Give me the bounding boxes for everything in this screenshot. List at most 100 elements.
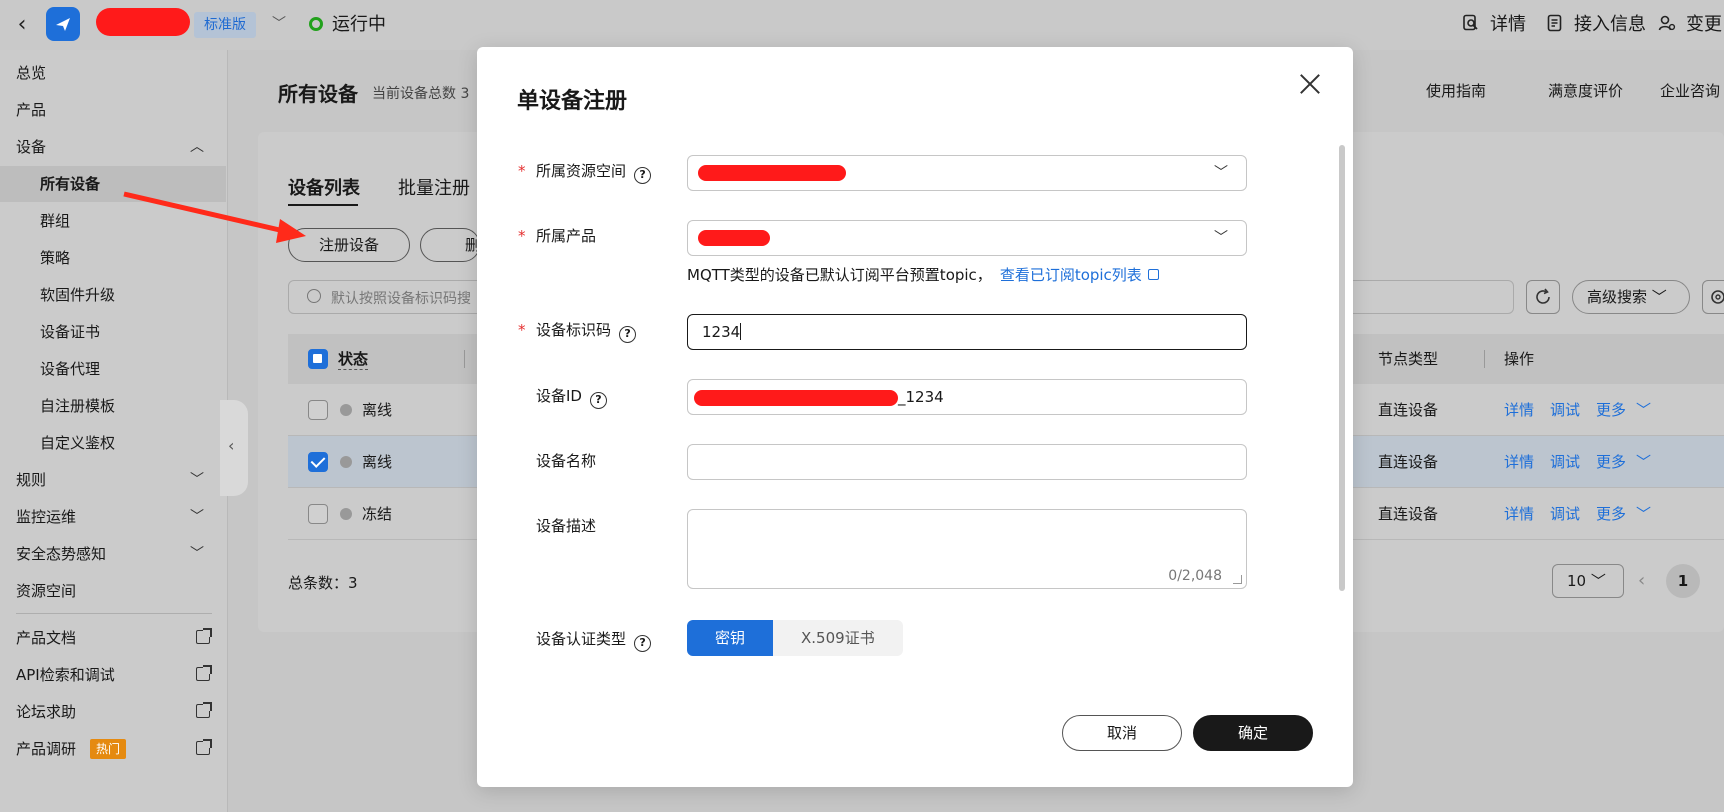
row-checkbox[interactable] xyxy=(308,400,328,420)
help-icon[interactable]: ? xyxy=(634,167,652,184)
chevron-down-icon: ﹀ xyxy=(190,546,204,562)
row-checkbox[interactable] xyxy=(308,504,328,524)
row-more-link[interactable]: 更多 xyxy=(1596,399,1626,420)
topbar-details-button[interactable]: 详情 xyxy=(1462,10,1526,36)
close-icon[interactable] xyxy=(1295,69,1325,99)
auth-type-secret-option[interactable]: 密钥 xyxy=(687,620,774,656)
row-status: 冻结 xyxy=(362,505,393,523)
help-icon[interactable]: ? xyxy=(634,635,652,652)
advanced-search-button[interactable]: 高级搜索 ﹀ xyxy=(1572,280,1690,314)
guide-link[interactable]: 使用指南 xyxy=(1426,80,1486,101)
row-details-link[interactable]: 详情 xyxy=(1504,451,1534,472)
select-all-checkbox[interactable] xyxy=(308,349,328,369)
current-page[interactable]: 1 xyxy=(1666,564,1700,598)
view-subscribed-topics-link[interactable]: 查看已订阅topic列表 xyxy=(1000,266,1142,284)
sidebar-item-firmware-upgrade[interactable]: 软固件升级 xyxy=(0,277,226,313)
resource-space-label-text: 所属资源空间 xyxy=(536,162,627,180)
prev-page-icon[interactable]: ‹ xyxy=(1638,570,1645,591)
text-caret xyxy=(740,323,742,340)
device-name-input[interactable] xyxy=(687,444,1247,480)
sidebar-item-resource-space[interactable]: 资源空间 xyxy=(0,573,226,609)
product-select[interactable]: ﹀ xyxy=(687,220,1247,256)
device-code-label-text: 设备标识码 xyxy=(536,321,612,339)
row-debug-link[interactable]: 调试 xyxy=(1550,399,1580,420)
back-icon[interactable]: ‹ xyxy=(8,12,36,38)
settings-button[interactable] xyxy=(1702,280,1724,314)
sidebar-item-monitoring[interactable]: 监控运维 ﹀ xyxy=(0,499,226,535)
sidebar-item-product-survey[interactable]: 产品调研 热门 xyxy=(0,731,226,767)
sidebar-collapse-handle[interactable]: ‹ xyxy=(220,400,248,496)
sidebar-item-custom-auth[interactable]: 自定义鉴权 xyxy=(0,425,226,461)
help-icon[interactable]: ? xyxy=(619,326,637,343)
device-desc-label-text: 设备描述 xyxy=(536,517,597,535)
app-logo xyxy=(46,7,80,41)
user-settings-icon xyxy=(1658,15,1676,31)
search-placeholder: 默认按照设备标识码搜 xyxy=(331,291,471,307)
sidebar-item-overview[interactable]: 总览 xyxy=(0,55,226,91)
search-doc-icon xyxy=(1463,14,1478,31)
sidebar-item-label: 设备证书 xyxy=(40,323,101,341)
sidebar-item-groups[interactable]: 群组 xyxy=(0,203,226,239)
sidebar-item-product[interactable]: 产品 xyxy=(0,92,226,128)
satisfaction-link[interactable]: 满意度评价 xyxy=(1548,80,1623,101)
topbar-access-info-button[interactable]: 接入信息 xyxy=(1546,10,1646,36)
register-device-button[interactable]: 注册设备 xyxy=(288,228,410,262)
row-more-link[interactable]: 更多 xyxy=(1596,503,1626,524)
delete-button[interactable]: 删 xyxy=(420,228,480,262)
sidebar-item-label: 所有设备 xyxy=(40,175,101,193)
sidebar-item-label: 软固件升级 xyxy=(40,286,116,304)
page-size-select[interactable]: 10 ﹀ xyxy=(1552,564,1624,598)
chevron-down-icon: ﹀ xyxy=(1636,401,1652,419)
sidebar-item-policy[interactable]: 策略 xyxy=(0,240,226,276)
hot-badge: 热门 xyxy=(90,739,127,759)
chevron-up-icon: ︿ xyxy=(190,139,204,155)
auth-type-segmented-control: 密钥 X.509证书 xyxy=(687,620,903,656)
tab-device-list[interactable]: 设备列表 xyxy=(288,174,360,200)
instance-dropdown-chevron-down-icon[interactable]: ﹀ xyxy=(272,12,286,36)
row-node-type: 直连设备 xyxy=(1378,505,1439,523)
sidebar-item-device-cert[interactable]: 设备证书 xyxy=(0,314,226,350)
sidebar-item-all-devices[interactable]: 所有设备 xyxy=(0,166,226,202)
sidebar-item-self-register-template[interactable]: 自注册模板 xyxy=(0,388,226,424)
auth-type-x509-option[interactable]: X.509证书 xyxy=(773,620,903,656)
sidebar-item-label: 自定义鉴权 xyxy=(40,434,116,452)
resource-space-select[interactable]: ﹀ xyxy=(687,155,1247,191)
sidebar-item-device-proxy[interactable]: 设备代理 xyxy=(0,351,226,387)
cancel-button[interactable]: 取消 xyxy=(1062,715,1182,751)
enterprise-consult-link[interactable]: 企业咨询 xyxy=(1660,80,1720,101)
topbar-change-button[interactable]: 变更 xyxy=(1658,10,1722,36)
row-debug-link[interactable]: 调试 xyxy=(1550,503,1580,524)
device-code-input[interactable]: 1234 xyxy=(687,314,1247,350)
refresh-button[interactable] xyxy=(1526,280,1560,314)
external-link-icon xyxy=(1147,269,1159,280)
resize-grip-icon[interactable] xyxy=(1233,575,1242,584)
instance-status: 运行中 xyxy=(332,14,386,35)
sidebar-item-rules[interactable]: 规则 ﹀ xyxy=(0,462,226,498)
total-count: 总条数：3 xyxy=(288,574,358,592)
row-more-link[interactable]: 更多 xyxy=(1596,451,1626,472)
sidebar-item-label: 资源空间 xyxy=(16,582,77,600)
sidebar-item-device[interactable]: 设备 ︿ xyxy=(0,129,226,165)
sidebar-item-label: 安全态势感知 xyxy=(16,545,107,563)
product-label: * 所属产品 xyxy=(518,225,596,247)
refresh-icon xyxy=(1536,288,1550,304)
sidebar-item-label: 监控运维 xyxy=(16,508,77,526)
sidebar-item-forum[interactable]: 论坛求助 xyxy=(0,694,226,730)
sidebar-item-api-explorer[interactable]: API检索和调试 xyxy=(0,657,226,693)
required-mark: * xyxy=(518,162,526,180)
help-icon[interactable]: ? xyxy=(589,392,607,409)
dialog-scrollbar[interactable] xyxy=(1339,145,1345,591)
confirm-button[interactable]: 确定 xyxy=(1193,715,1313,751)
tab-batch-register[interactable]: 批量注册 xyxy=(398,174,470,200)
advanced-search-label: 高级搜索 xyxy=(1587,288,1648,306)
row-details-link[interactable]: 详情 xyxy=(1504,503,1534,524)
row-debug-link[interactable]: 调试 xyxy=(1550,451,1580,472)
device-desc-textarea[interactable]: 0/2,048 xyxy=(687,509,1247,589)
row-details-link[interactable]: 详情 xyxy=(1504,399,1534,420)
chevron-down-icon: ﹀ xyxy=(1214,230,1228,246)
device-id-input[interactable]: _1234 xyxy=(687,379,1247,415)
sidebar-item-security-awareness[interactable]: 安全态势感知 ﹀ xyxy=(0,536,226,572)
sidebar-item-product-docs[interactable]: 产品文档 xyxy=(0,620,226,656)
row-checkbox[interactable] xyxy=(308,452,328,472)
sidebar-item-label: API检索和调试 xyxy=(16,666,115,684)
